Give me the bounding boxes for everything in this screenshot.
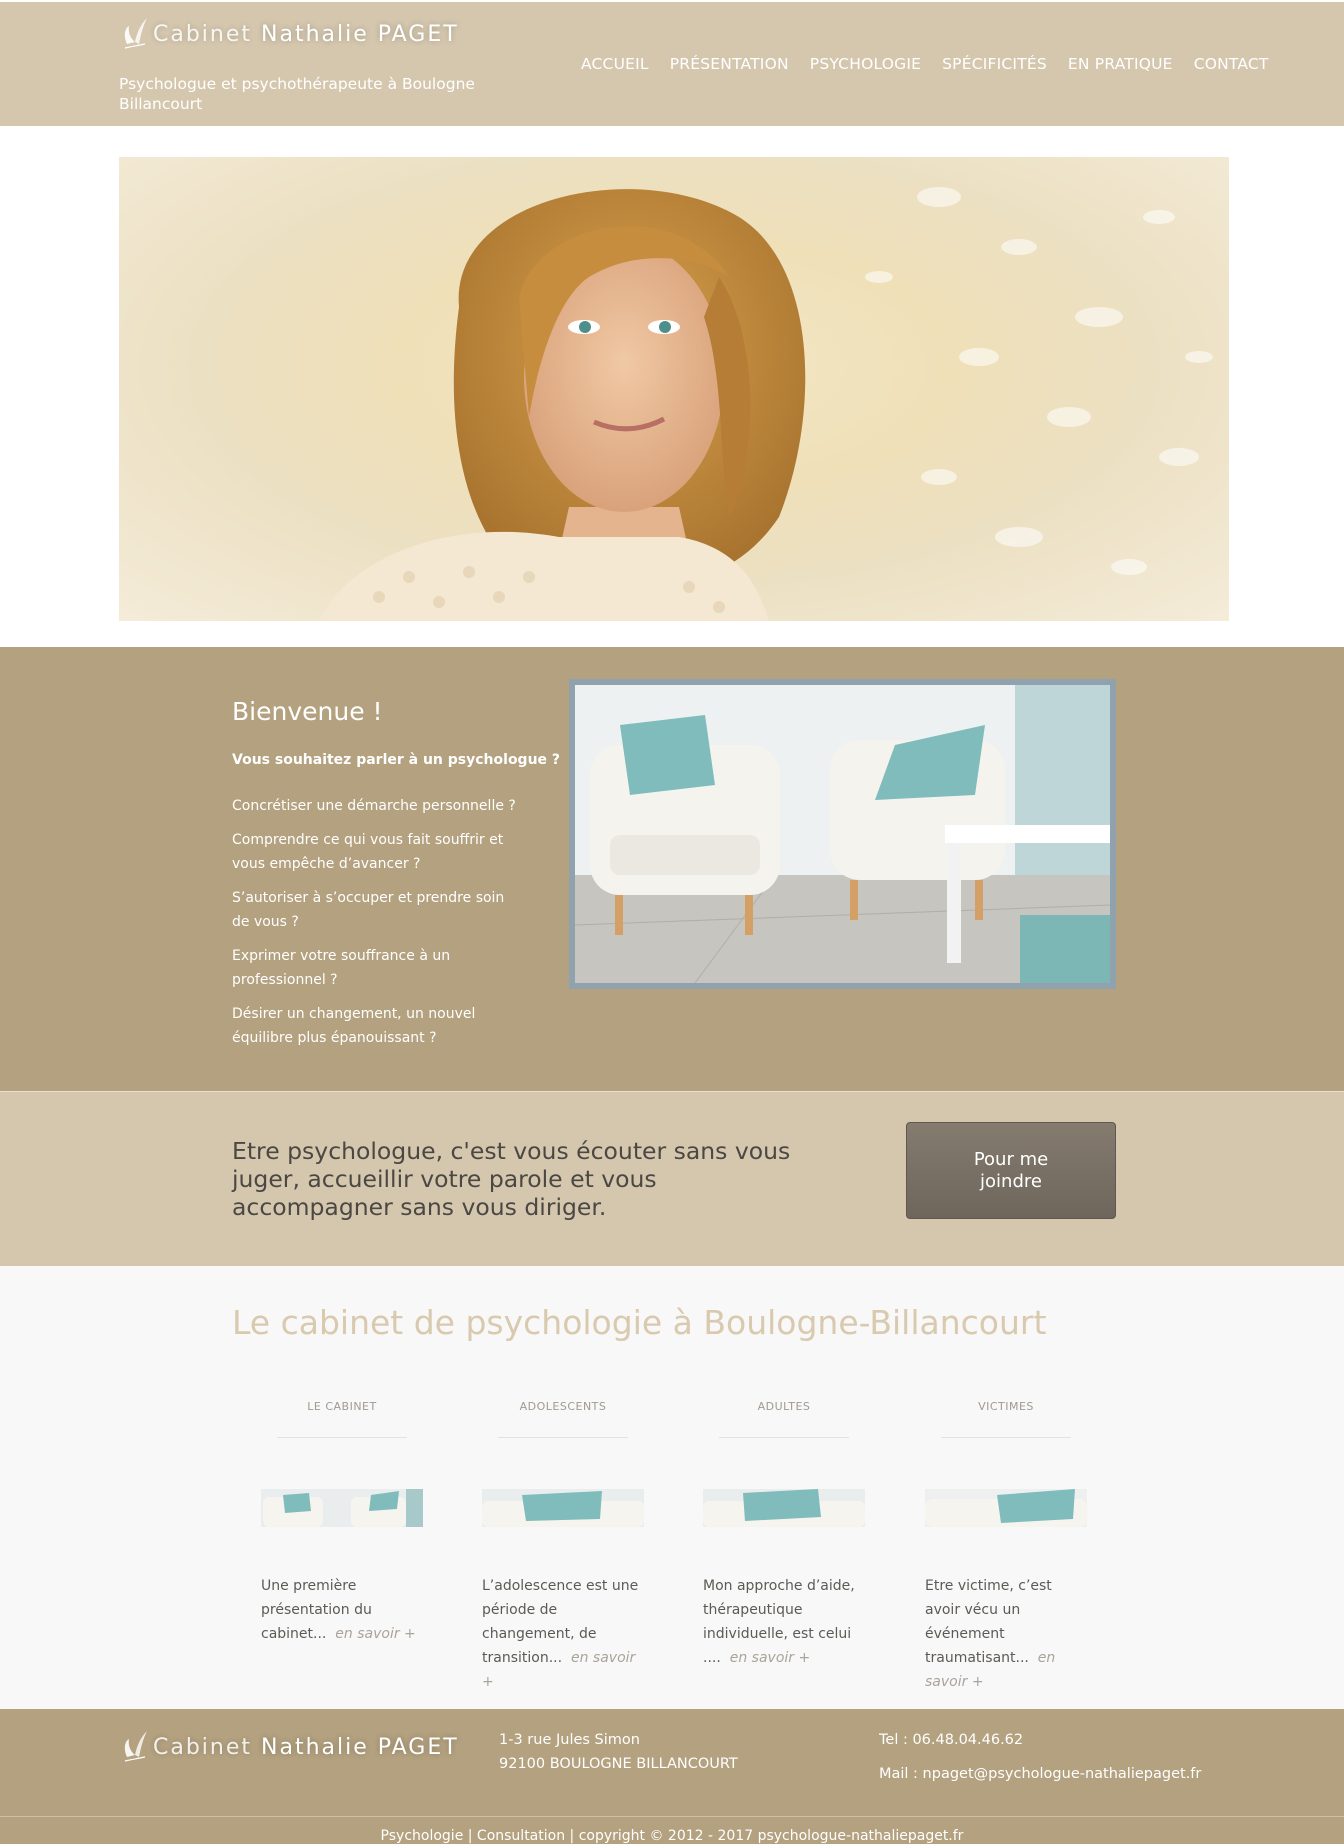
nav-accueil[interactable]: ACCUEIL [581,55,649,73]
nav-psychologie[interactable]: PSYCHOLOGIE [810,55,921,73]
footer-address: 1-3 rue Jules Simon 92100 BOULOGNE BILLA… [499,1728,738,1776]
read-more-link[interactable]: en savoir + [730,1650,811,1666]
cabinet-room-image [569,679,1116,989]
divider [498,1437,628,1438]
nav-presentation[interactable]: PRÉSENTATION [670,55,789,73]
divider [719,1437,849,1438]
list-item: Exprimer votre souffrance à un professio… [232,948,451,988]
list-item: S’autoriser à s’occuper et prendre soin … [232,890,505,930]
welcome-title: Bienvenue ! [232,697,383,726]
footer-logo[interactable]: Cabinet Nathalie PAGET [119,1727,459,1767]
portrait-illustration [319,187,1213,621]
footer-divider [0,1816,1344,1817]
footer-tel[interactable]: Tel : 06.48.04.46.62 [879,1728,1201,1762]
address-line: 1-3 rue Jules Simon [499,1732,640,1748]
service-card-cabinet: LE CABINET Une première présentation du … [261,1400,423,1646]
services-title: Le cabinet de psychologie à Boulogne-Bil… [232,1303,1047,1342]
main-nav: ACCUEIL PRÉSENTATION PSYCHOLOGIE SPÉCIFI… [581,55,1290,73]
logo-text: Cabinet Nathalie PAGET [153,21,459,47]
service-title[interactable]: ADOLESCENTS [482,1400,644,1413]
footer-copyright: Psychologie | Consultation | copyright ©… [380,1828,964,1844]
welcome-list: Concrétiser une démarche personnelle ? C… [232,794,522,1060]
site-tagline: Psychologue et psychothérapeute à Boulog… [119,75,475,113]
read-more-link[interactable]: en savoir + [335,1626,416,1642]
nav-contact[interactable]: CONTACT [1194,55,1269,73]
service-card-adolescents: ADOLESCENTS L’adolescence est une périod… [482,1400,644,1694]
nav-en-pratique[interactable]: EN PRATIQUE [1068,55,1173,73]
site-logo[interactable]: Cabinet Nathalie PAGET [119,14,459,54]
nav-specificites[interactable]: SPÉCIFICITÉS [942,55,1047,73]
service-text: Etre victime, c’est avoir vécu un événem… [925,1578,1056,1690]
service-title[interactable]: ADULTES [703,1400,865,1413]
armchairs-illustration [575,685,1110,983]
contact-button[interactable]: Pour me joindre [906,1122,1116,1219]
service-thumbnail[interactable] [925,1489,1087,1527]
service-thumbnail[interactable] [261,1489,423,1527]
divider [941,1437,1071,1438]
quote-text: Etre psychologue, c'est vous écouter san… [232,1137,791,1221]
list-item: Concrétiser une démarche personnelle ? [232,798,516,814]
service-title[interactable]: VICTIMES [925,1400,1087,1413]
list-item: Comprendre ce qui vous fait souffrir et … [232,832,504,872]
service-thumbnail[interactable] [703,1489,865,1527]
footer-mail[interactable]: Mail : npaget@psychologue-nathaliepaget.… [879,1762,1201,1796]
service-text: Mon approche d’aide, thérapeutique indiv… [703,1578,855,1666]
footer-contact: Tel : 06.48.04.46.62 Mail : npaget@psych… [879,1728,1201,1796]
service-text: Une première présentation du cabinet... … [261,1578,416,1642]
service-card-adultes: ADULTES Mon approche d’aide, thérapeutiq… [703,1400,865,1670]
address-line: 92100 BOULOGNE BILLANCOURT [499,1756,738,1772]
hero-portrait-image [119,157,1229,621]
list-item: Désirer un changement, un nouvel équilib… [232,1006,476,1046]
butterfly-logo-icon [124,18,147,49]
welcome-lead: Vous souhaitez parler à un psychologue ? [232,752,561,768]
divider [277,1437,407,1438]
service-thumbnail[interactable] [482,1489,644,1527]
service-text: L’adolescence est une période de changem… [482,1578,639,1690]
service-card-victimes: VICTIMES Etre victime, c’est avoir vécu … [925,1400,1087,1694]
site-header: Cabinet Nathalie PAGET Psychologue et ps… [0,0,1344,126]
logo-text: Cabinet Nathalie PAGET [153,1734,459,1760]
service-title[interactable]: LE CABINET [261,1400,423,1413]
butterfly-logo-icon [124,1731,147,1762]
